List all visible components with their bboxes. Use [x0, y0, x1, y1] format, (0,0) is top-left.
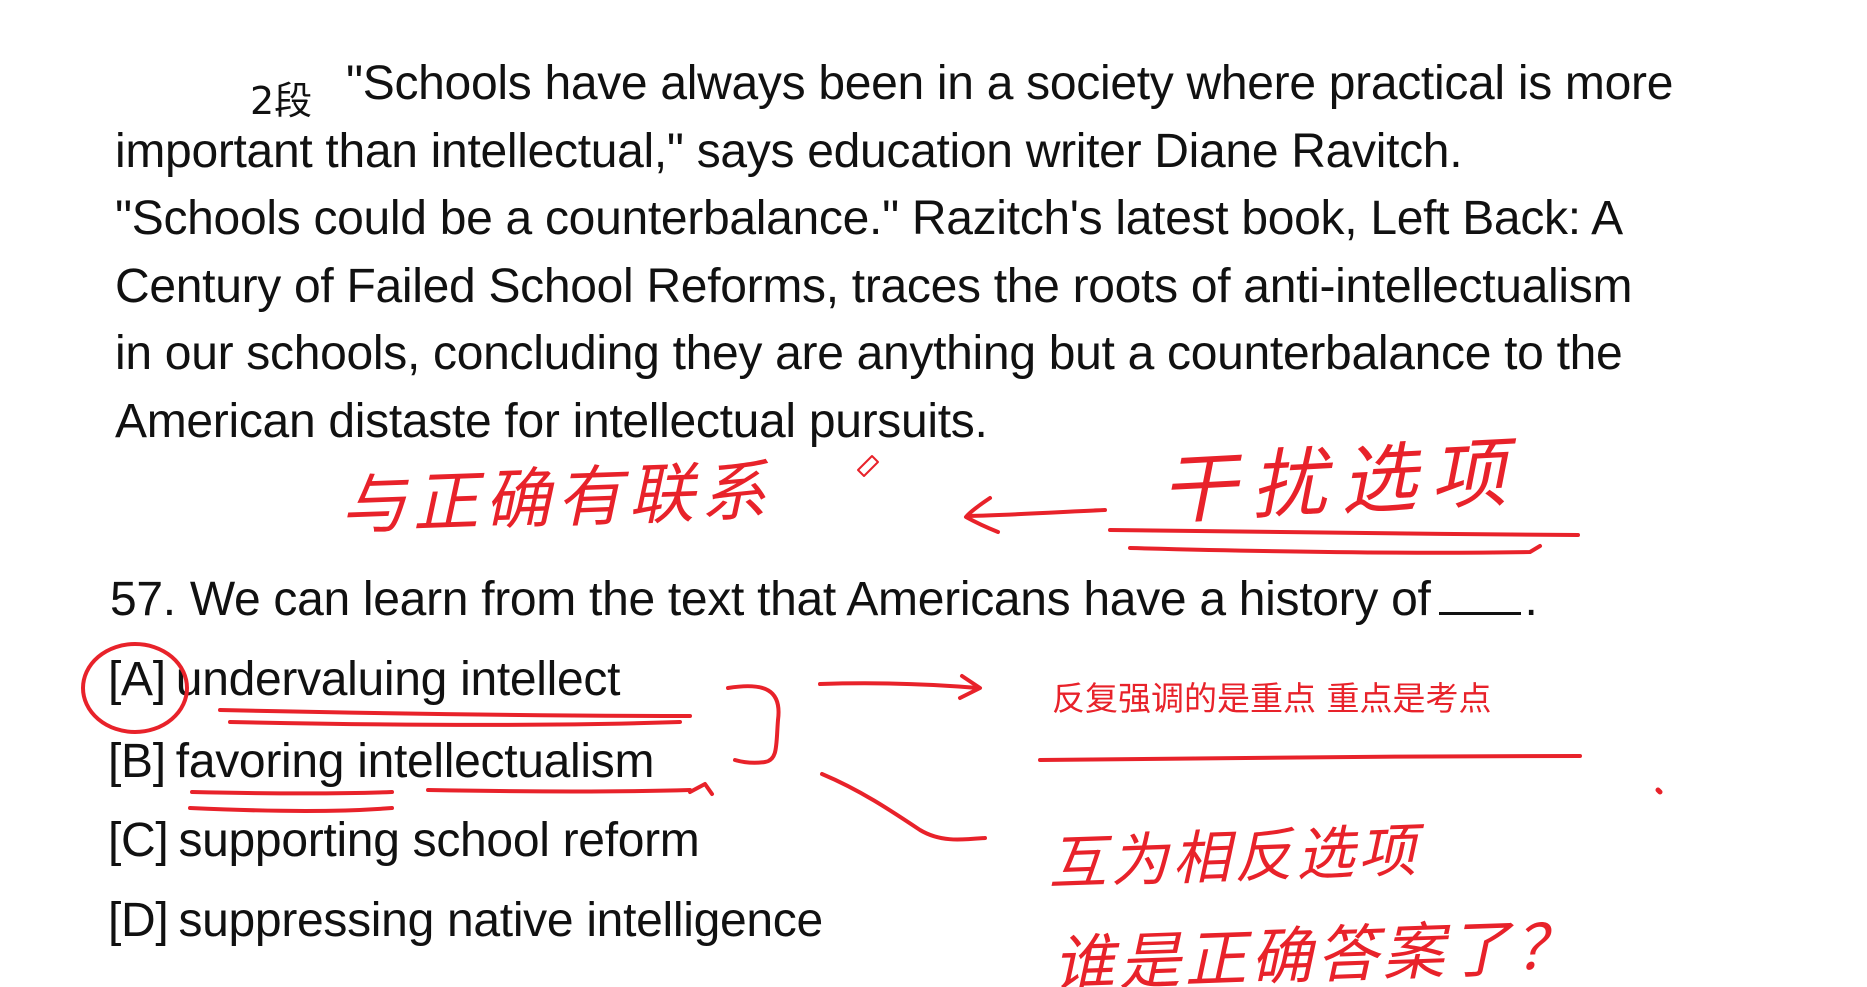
option-d-text: suppressing native intelligence [178, 894, 823, 947]
options-bracket [726, 684, 781, 765]
pen-cursor-icon [857, 455, 879, 477]
slide-canvas: 2段 "Schools have always been in a societ… [0, 0, 1867, 987]
option-a-text: undervaluing intellect [175, 653, 621, 706]
option-b-underline-3 [188, 806, 394, 813]
option-b[interactable]: [B] favoring intellectualism [108, 734, 654, 789]
passage-line-4: Century of Failed School Reforms, traces… [115, 260, 1633, 313]
option-b-mark [688, 782, 714, 796]
option-d-letter: [D] [108, 894, 169, 947]
right-arrow-head [958, 674, 982, 700]
curve-to-opposite-note [820, 772, 987, 842]
option-a[interactable]: [A] undervaluing intellect [108, 652, 620, 707]
handwritten-opposite-note: 互为相反选项 [1047, 816, 1422, 898]
passage-line-2: important than intellectual," says educa… [115, 125, 1463, 178]
passage-line-5: in our schools, concluding they are anyt… [115, 327, 1623, 380]
typed-note-underline [1038, 754, 1582, 762]
option-b-underline-2 [426, 788, 692, 794]
question-57: 57. We can learn from the text that Ameri… [110, 572, 1538, 627]
passage-line-3: "Schools could be a counterbalance." Raz… [115, 192, 1623, 245]
handwritten-which-note: 谁是正确答案了？ [1051, 909, 1582, 987]
option-b-text: favoring intellectualism [175, 735, 655, 788]
paragraph-label: 2段 [250, 79, 313, 123]
option-a-underline-2 [228, 720, 682, 727]
distractor-underline-2 [1128, 544, 1542, 555]
question-number: 57. [110, 573, 176, 626]
option-c-letter: [C] [108, 814, 169, 867]
answer-blank [1438, 578, 1521, 615]
passage-line-6: American distaste for intellectual pursu… [115, 395, 988, 448]
right-arrow-stroke [818, 681, 980, 690]
option-d[interactable]: [D] suppressing native intelligence [108, 893, 823, 948]
question-stem: We can learn from the text that American… [189, 573, 1431, 626]
option-a-underline-1 [218, 708, 692, 718]
ink-dot [1655, 787, 1663, 795]
option-b-letter: [B] [108, 735, 166, 788]
handwritten-distractor-note: 干扰选项 [1158, 427, 1523, 536]
left-arrow-head [964, 496, 1000, 534]
question-end: . [1524, 573, 1538, 626]
option-a-letter: [A] [108, 653, 166, 706]
handwritten-related-note: 与正确有联系 [338, 452, 774, 545]
option-b-underline-1 [190, 790, 394, 796]
option-c[interactable]: [C] supporting school reform [108, 813, 700, 868]
left-arrow-stroke [966, 508, 1107, 518]
passage-line-1: "Schools have always been in a society w… [346, 57, 1674, 110]
option-c-text: supporting school reform [178, 814, 700, 867]
typed-note: 反复强调的是重点 重点是考点 [1052, 679, 1492, 718]
